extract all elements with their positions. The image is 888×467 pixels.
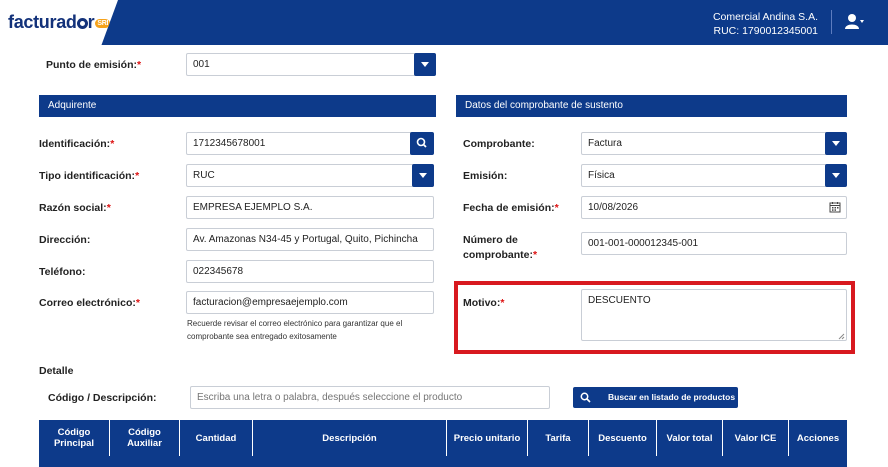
column-header[interactable]: Cantidad	[180, 420, 253, 456]
comprobante-label: Comprobante:	[463, 138, 535, 150]
fecha-emision-input[interactable]: 10/08/2026	[581, 196, 847, 219]
producto-search-input[interactable]	[190, 386, 550, 409]
comprobante-select[interactable]: Factura	[581, 132, 847, 155]
company-info: Comercial Andina S.A. RUC: 1790012345001	[713, 10, 818, 38]
chevron-down-icon[interactable]	[414, 53, 436, 76]
company-ruc: RUC: 1790012345001	[713, 25, 819, 37]
column-header[interactable]: Precio unitario	[447, 420, 528, 456]
razon-social-label: Razón social:*	[39, 202, 111, 214]
company-name: Comercial Andina S.A.	[712, 11, 818, 23]
chevron-down-icon[interactable]	[412, 164, 434, 187]
motivo-highlight	[454, 281, 855, 354]
buscar-productos-label: Buscar en listado de productos	[608, 392, 736, 402]
column-header[interactable]: Descripción	[253, 420, 447, 456]
divider	[831, 10, 832, 34]
column-header[interactable]: Valor total	[657, 420, 723, 456]
correo-label: Correo electrónico:*	[39, 297, 140, 309]
identificacion-input[interactable]: 1712345678001	[186, 132, 412, 155]
logo-o-icon	[76, 18, 88, 29]
search-icon	[580, 392, 591, 403]
logo-area: facturad r SRI	[0, 0, 118, 45]
column-header[interactable]: Valor ICE	[723, 420, 789, 456]
numero-comprobante-label: Número de comprobante:*	[463, 234, 538, 261]
telefono-input[interactable]: 022345678	[186, 260, 434, 283]
fecha-emision-label: Fecha de emisión:*	[463, 202, 559, 214]
column-header[interactable]: Código Auxiliar	[110, 420, 180, 456]
emision-select[interactable]: Física	[581, 164, 847, 187]
telefono-label: Teléfono:	[39, 266, 86, 278]
buscar-productos-button[interactable]: Buscar en listado de productos	[573, 387, 738, 408]
adquirente-section-title: Adquirente	[39, 95, 436, 117]
logo-badge: SRI	[95, 18, 111, 28]
codigo-descripcion-label: Código / Descripción:	[48, 392, 157, 404]
direccion-input[interactable]: Av. Amazonas N34-45 y Portugal, Quito, P…	[186, 228, 434, 251]
column-header[interactable]: Tarifa	[528, 420, 589, 456]
tipo-identificacion-select[interactable]: RUC	[186, 164, 434, 187]
identificacion-label: Identificación:*	[39, 138, 115, 150]
column-header[interactable]: Código Principal	[39, 420, 110, 456]
top-bar: facturad r SRI Comercial Andina S.A. RUC: …	[0, 0, 888, 45]
direccion-label: Dirección:	[39, 234, 91, 246]
logo-text: facturad	[8, 12, 77, 32]
correo-hint: Recuerde revisar el correo electrónico p…	[187, 319, 403, 341]
sustento-section-title: Datos del comprobante de sustento	[456, 95, 847, 117]
chevron-down-icon[interactable]	[825, 164, 847, 187]
calendar-icon[interactable]	[829, 201, 841, 213]
search-icon	[416, 137, 427, 148]
chevron-down-icon[interactable]	[825, 132, 847, 155]
detalle-table-header: Código Principal Código Auxiliar Cantidad …	[39, 420, 847, 467]
punto-emision-label: Punto de emisión:*	[46, 59, 142, 71]
numero-comprobante-input[interactable]: 001-001-000012345-001	[581, 232, 847, 255]
detalle-title: Detalle	[39, 365, 74, 377]
tipo-identificacion-label: Tipo identificación:*	[39, 170, 140, 182]
column-header[interactable]: Descuento	[589, 420, 657, 456]
logo-r: r	[87, 12, 95, 32]
punto-emision-select[interactable]: 001	[186, 53, 436, 76]
emision-label: Emisión:	[463, 170, 508, 182]
correo-input[interactable]: facturacion@empresaejemplo.com	[186, 291, 434, 314]
user-icon[interactable]	[845, 13, 865, 31]
search-button[interactable]	[410, 132, 434, 155]
logo[interactable]: facturad r SRI	[8, 12, 111, 33]
column-header[interactable]: Acciones	[789, 420, 847, 456]
razon-social-input[interactable]: EMPRESA EJEMPLO S.A.	[186, 196, 434, 219]
